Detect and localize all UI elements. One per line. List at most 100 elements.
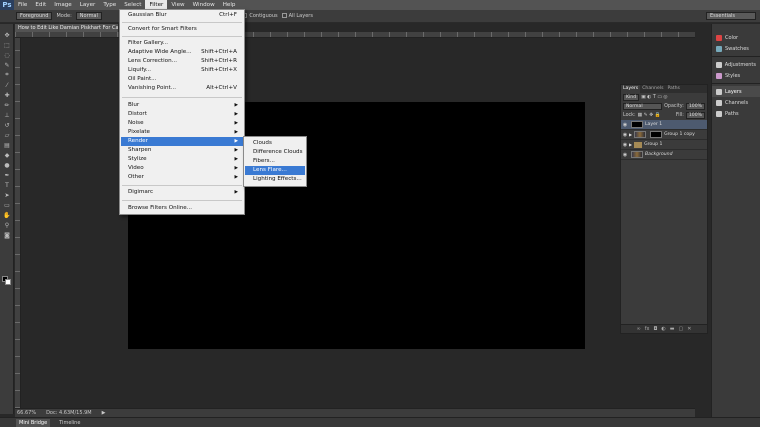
tab-layers[interactable]: Layers: [621, 85, 641, 93]
lock-icons[interactable]: ▦ ✎ ✥ 🔒: [638, 113, 661, 118]
expand-arrow-icon[interactable]: ▶: [629, 132, 632, 137]
stamp-tool-icon[interactable]: ⊥: [2, 110, 12, 120]
submenu-item-fibers[interactable]: Fibers...: [245, 157, 305, 166]
menu-edit[interactable]: Edit: [31, 0, 50, 10]
menu-type[interactable]: Type: [99, 0, 120, 10]
hand-tool-icon[interactable]: ✋: [2, 210, 12, 220]
layer-row[interactable]: ◉ ▶ Group 1 copy: [621, 130, 707, 140]
type-tool-icon[interactable]: T: [2, 180, 12, 190]
menu-image[interactable]: Image: [50, 0, 76, 10]
eye-icon[interactable]: ◉: [621, 132, 629, 138]
status-menu-arrow-icon[interactable]: ▶: [102, 410, 106, 416]
dock-grip[interactable]: [712, 24, 760, 32]
menu-item-vanishing-point[interactable]: Vanishing Point... Alt+Ctrl+V: [128, 84, 240, 93]
menu-item-oil-paint[interactable]: Oil Paint...: [128, 75, 240, 84]
menu-item-browse-filters-online[interactable]: Browse Filters Online...: [128, 204, 240, 213]
layer-filter-kind[interactable]: Kind: [623, 94, 640, 101]
blend-mode-dropdown[interactable]: Normal: [623, 103, 663, 110]
layer-name[interactable]: Layer 1: [645, 122, 662, 127]
new-group-icon[interactable]: ▬: [670, 326, 675, 332]
menu-item-convert-smart-filters[interactable]: Convert for Smart Filters: [128, 25, 240, 34]
menu-item-distort[interactable]: Distort ▶: [128, 110, 240, 119]
eyedropper-tool-icon[interactable]: ⁄: [2, 80, 12, 90]
menu-item-other[interactable]: Other ▶: [128, 173, 240, 182]
layer-row[interactable]: ◉ Layer 1: [621, 120, 707, 130]
submenu-item-clouds[interactable]: Clouds: [245, 139, 305, 148]
dock-paths[interactable]: Paths: [712, 108, 760, 119]
menu-item-digimarc[interactable]: Digimarc ▶: [128, 188, 240, 197]
link-layers-icon[interactable]: ∞: [637, 326, 641, 332]
layers-panel-footer: ∞ fx ◘ ◐ ▬ ▢ ✕: [621, 324, 707, 333]
menu-item-blur[interactable]: Blur ▶: [128, 101, 240, 110]
submenu-item-lens-flare[interactable]: Lens Flare...: [245, 166, 305, 175]
menu-item-video[interactable]: Video ▶: [128, 164, 240, 173]
submenu-item-difference-clouds[interactable]: Difference Clouds: [245, 148, 305, 157]
dock-layers[interactable]: Layers: [712, 86, 760, 97]
menu-layer[interactable]: Layer: [76, 0, 100, 10]
quick-mask-icon[interactable]: ◙: [2, 230, 12, 240]
tab-paths[interactable]: Paths: [665, 85, 682, 93]
eye-icon[interactable]: ◉: [621, 142, 629, 148]
new-layer-icon[interactable]: ▢: [679, 326, 684, 332]
menu-item-sharpen[interactable]: Sharpen ▶: [128, 146, 240, 155]
all-layers-checkbox[interactable]: All Layers: [281, 13, 313, 19]
healing-tool-icon[interactable]: ✚: [2, 90, 12, 100]
menu-item-render[interactable]: Render ▶: [121, 137, 243, 146]
menu-item-noise[interactable]: Noise ▶: [128, 119, 240, 128]
menu-item-gaussian-blur[interactable]: Gaussian Blur Ctrl+F: [128, 11, 240, 20]
background-color-swatch[interactable]: [5, 279, 11, 285]
blur-tool-icon[interactable]: ◆: [2, 150, 12, 160]
tab-timeline[interactable]: Timeline: [56, 419, 83, 427]
tab-channels[interactable]: Channels: [640, 85, 665, 93]
dock-styles[interactable]: Styles: [712, 70, 760, 81]
foreground-dropdown[interactable]: Foreground: [16, 12, 53, 20]
layer-name[interactable]: Group 1 copy: [664, 132, 695, 137]
layer-row[interactable]: ◉ Background: [621, 150, 707, 160]
brush-tool-icon[interactable]: ✏: [2, 100, 12, 110]
menu-item-filter-gallery[interactable]: Filter Gallery...: [128, 39, 240, 48]
eye-icon[interactable]: ◉: [621, 122, 629, 128]
zoom-tool-icon[interactable]: ⚲: [2, 220, 12, 230]
expand-arrow-icon[interactable]: ▶: [629, 142, 632, 147]
dock-swatches[interactable]: Swatches: [712, 43, 760, 54]
menu-item-adaptive-wide-angle[interactable]: Adaptive Wide Angle... Shift+Ctrl+A: [128, 48, 240, 57]
crop-tool-icon[interactable]: ⌗: [2, 70, 12, 80]
dodge-tool-icon[interactable]: ●: [2, 160, 12, 170]
menu-item-liquify[interactable]: Liquify... Shift+Ctrl+X: [128, 66, 240, 75]
adjustment-layer-icon[interactable]: ◐: [661, 326, 665, 332]
mode-dropdown[interactable]: Normal: [75, 12, 102, 20]
menu-item-pixelate[interactable]: Pixelate ▶: [128, 128, 240, 137]
delete-layer-icon[interactable]: ✕: [687, 326, 691, 332]
filter-icons[interactable]: ▣ ◐ T ▭ ◎: [641, 95, 667, 100]
opacity-field[interactable]: 100%: [685, 103, 705, 110]
history-brush-icon[interactable]: ↺: [2, 120, 12, 130]
eye-icon[interactable]: ◉: [621, 152, 629, 158]
layer-row[interactable]: ◉ ▶ Group 1: [621, 140, 707, 150]
contiguous-checkbox[interactable]: Contiguous: [242, 13, 278, 19]
tab-mini-bridge[interactable]: Mini Bridge: [16, 418, 51, 427]
menu-file[interactable]: File: [14, 0, 31, 10]
layer-name[interactable]: Group 1: [644, 142, 662, 147]
dock-channels[interactable]: Channels: [712, 97, 760, 108]
zoom-level[interactable]: 66.67%: [17, 410, 36, 416]
lasso-tool-icon[interactable]: ◌: [2, 50, 12, 60]
dock-color[interactable]: Color: [712, 32, 760, 43]
gradient-tool-icon[interactable]: ▤: [2, 140, 12, 150]
menu-item-stylize[interactable]: Stylize ▶: [128, 155, 240, 164]
layer-name[interactable]: Background: [645, 152, 673, 157]
marquee-tool-icon[interactable]: ⬚: [2, 40, 12, 50]
fx-icon[interactable]: fx: [645, 326, 650, 332]
submenu-item-lighting-effects[interactable]: Lighting Effects...: [245, 175, 305, 184]
path-select-tool-icon[interactable]: ➤: [2, 190, 12, 200]
quick-select-tool-icon[interactable]: ✎: [2, 60, 12, 70]
shape-tool-icon[interactable]: ▭: [2, 200, 12, 210]
add-mask-icon[interactable]: ◘: [653, 326, 657, 332]
workspace-switcher[interactable]: Essentials: [706, 12, 756, 20]
menu-item-lens-correction[interactable]: Lens Correction... Shift+Ctrl+R: [128, 57, 240, 66]
eraser-tool-icon[interactable]: ▱: [2, 130, 12, 140]
document-tab[interactable]: How to Edit Like Damian Piskhart For Car…: [15, 24, 118, 32]
move-tool-icon[interactable]: ✥: [2, 30, 12, 40]
pen-tool-icon[interactable]: ✒: [2, 170, 12, 180]
dock-adjustments[interactable]: Adjustments: [712, 59, 760, 70]
fill-field[interactable]: 100%: [685, 112, 705, 119]
